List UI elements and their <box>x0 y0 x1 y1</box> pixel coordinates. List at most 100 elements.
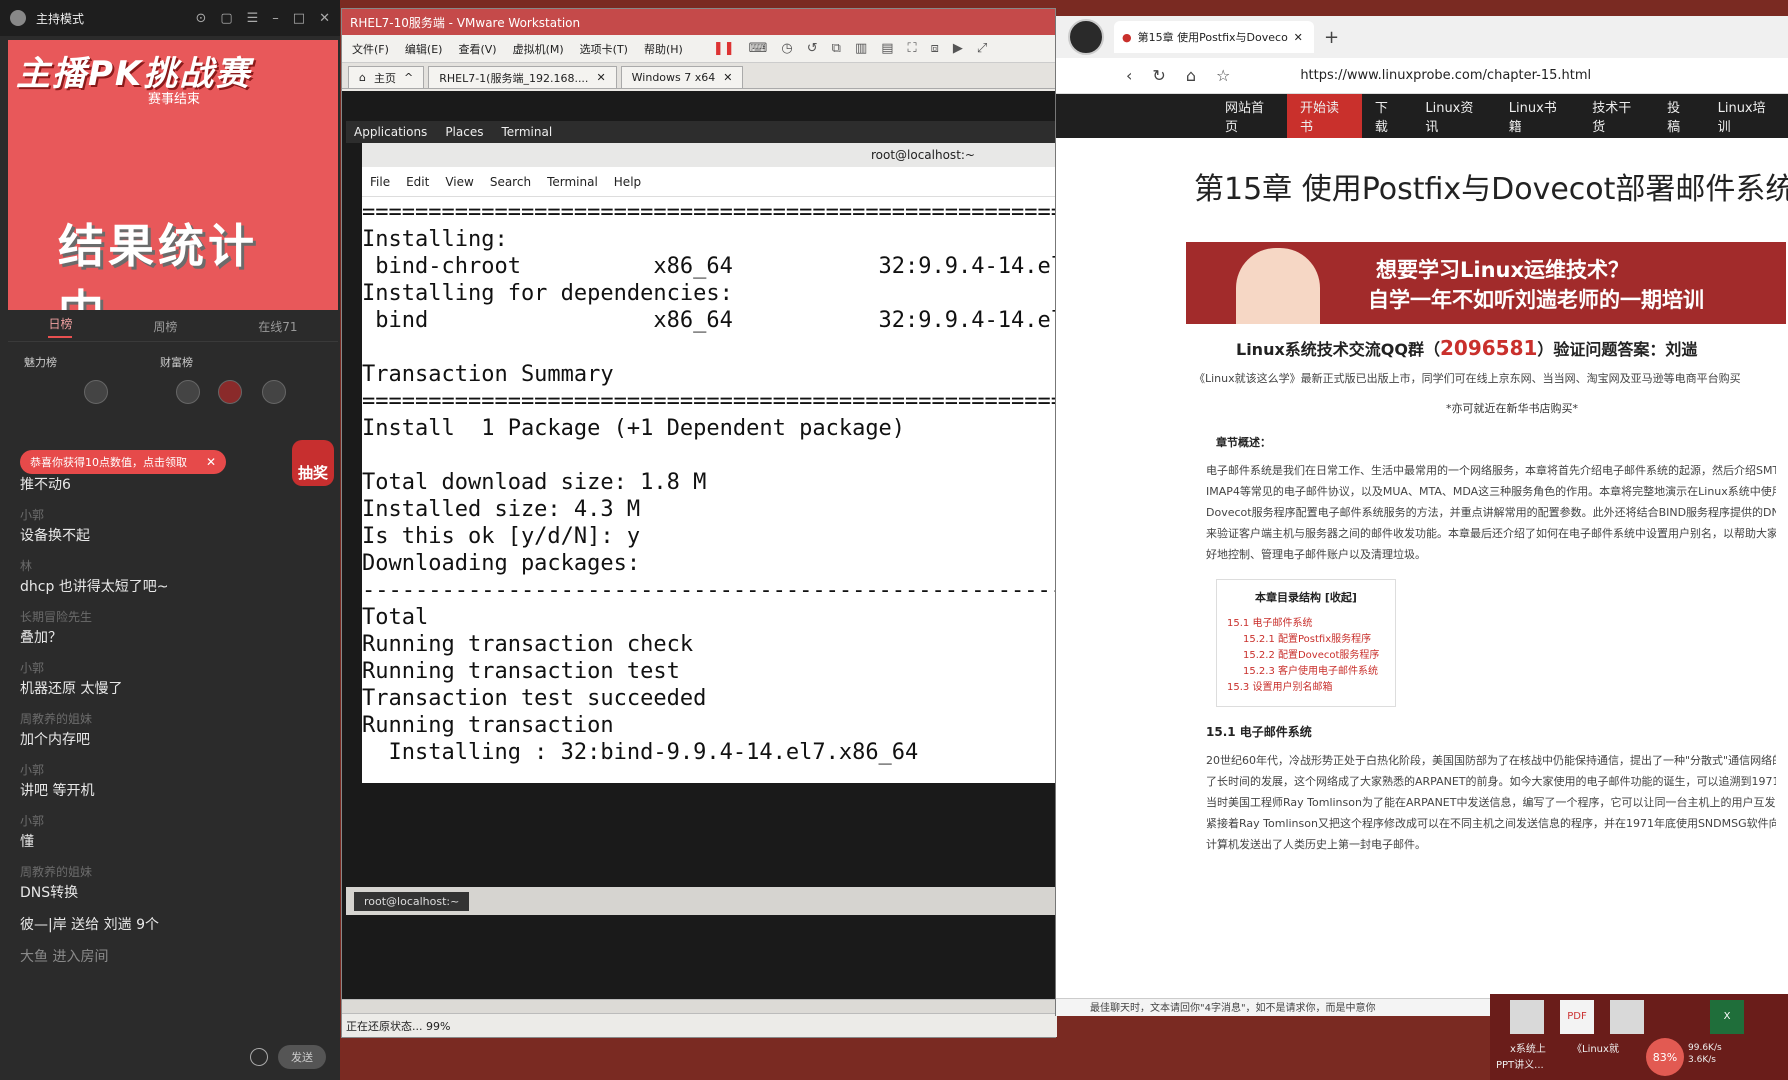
taskbar-app[interactable] <box>1610 1000 1644 1034</box>
snapshot-icon[interactable]: ◷ <box>781 41 792 56</box>
close-icon[interactable]: ✕ <box>206 455 216 469</box>
menu-tabs[interactable]: 选项卡(T) <box>580 41 628 57</box>
close-icon[interactable]: ✕ <box>723 71 732 84</box>
pdf-app-icon[interactable]: PDF <box>1560 1000 1594 1034</box>
tab-view-icon[interactable]: ▤ <box>881 41 893 56</box>
places-menu[interactable]: Places <box>445 125 483 139</box>
menu-vm[interactable]: 虚拟机(M) <box>513 41 564 57</box>
gnome-top-bar: Applications Places Terminal <box>346 121 1055 143</box>
toc-link[interactable]: 15.3 设置用户别名邮箱 <box>1227 680 1385 696</box>
nav-training[interactable]: Linux培训 <box>1705 94 1788 138</box>
settings-icon[interactable]: ⊙ <box>195 11 206 26</box>
avatar[interactable] <box>218 380 242 404</box>
terminal-output[interactable]: ========================================… <box>362 197 1055 766</box>
restore-status: 正在还原状态... 99% <box>346 1019 451 1033</box>
terminal-window[interactable]: root@localhost:~ File Edit View Search T… <box>362 143 1055 783</box>
toc-link[interactable]: 15.2.3 客户使用电子邮件系统 <box>1227 664 1385 680</box>
training-ad-banner[interactable]: 想要学习Linux运维技术？ 自学一年不如听刘遄老师的一期培训 <box>1186 242 1786 324</box>
cpu-usage-badge[interactable]: 83% <box>1646 1038 1684 1076</box>
download-speed: 3.6K/s <box>1688 1055 1716 1065</box>
url-field[interactable]: https://www.linuxprobe.com/chapter-15.ht… <box>1300 68 1591 83</box>
pause-icon[interactable]: ❚❚ <box>713 41 735 56</box>
console-icon[interactable]: ▶ <box>953 41 963 56</box>
taskbar-terminal-item[interactable]: root@localhost:~ <box>354 891 470 911</box>
close-icon[interactable]: ^ <box>404 71 413 84</box>
nav-read[interactable]: 开始读书 <box>1286 94 1362 138</box>
avatar[interactable] <box>84 380 108 404</box>
terminal-menu-help[interactable]: Help <box>614 175 641 189</box>
nav-submit[interactable]: 投稿 <box>1654 94 1704 138</box>
avatar[interactable] <box>262 380 286 404</box>
tab-daily[interactable]: 日榜 <box>48 315 73 338</box>
menu-file[interactable]: 文件(F) <box>352 41 389 57</box>
upload-speed: 99.6K/s <box>1688 1043 1722 1053</box>
menu-help[interactable]: 帮助(H) <box>644 41 683 57</box>
tab-online[interactable]: 在线71 <box>258 318 297 335</box>
stream-mode-title: 主持模式 <box>36 11 85 26</box>
nav-download[interactable]: 下载 <box>1362 94 1412 138</box>
maximize-icon[interactable]: □ <box>293 11 305 26</box>
tab-home[interactable]: ⌂ 主页 ^ <box>348 66 425 88</box>
close-icon[interactable]: ✕ <box>596 71 605 84</box>
taskbar-app[interactable] <box>1510 1000 1544 1034</box>
terminal-menu-edit[interactable]: Edit <box>406 175 429 189</box>
minimize-icon[interactable]: – <box>272 11 279 26</box>
close-icon[interactable]: ✕ <box>319 11 330 26</box>
menu-edit[interactable]: 编辑(E) <box>405 41 443 57</box>
collapse-icon[interactable]: ☰ <box>247 11 259 26</box>
chat-message: 长期冒险先生 叠加？ <box>20 610 93 646</box>
screenshot-icon[interactable]: ▢ <box>220 11 232 26</box>
gift-notification[interactable]: 恭喜你获得10点数值，点击领取 ✕ <box>20 450 226 474</box>
refresh-icon[interactable]: ↻ <box>1152 66 1165 85</box>
qq-number: 2096581 <box>1440 336 1538 360</box>
browser-tab[interactable]: ● 第15章 使用Postfix与Dovecot部署邮件系统 ✕ <box>1114 21 1314 53</box>
terminal-menu-file[interactable]: File <box>370 175 390 189</box>
terminal-menu-view[interactable]: View <box>445 175 473 189</box>
applications-menu[interactable]: Applications <box>354 125 427 139</box>
star-icon[interactable]: ☆ <box>1216 66 1230 85</box>
chat-list: 推不动6 小郭 设备换不起 林 dhcp 也讲得太短了吧~ 长期冒险先生 叠加？ 小郭… <box>20 474 320 978</box>
emoji-icon[interactable] <box>250 1048 268 1066</box>
terminal-menu[interactable]: Terminal <box>501 125 552 139</box>
chat-message: 林 dhcp 也讲得太短了吧~ <box>20 559 169 595</box>
nav-home[interactable]: 网站首页 <box>1212 94 1287 138</box>
windows-taskbar: PDF X x系统上 《Linux就 PPT讲义... 83% 99.6K/s … <box>1490 994 1788 1080</box>
close-icon[interactable]: ✕ <box>1294 31 1303 44</box>
overview-title: 章节概述： <box>1216 436 1271 449</box>
new-tab-icon[interactable]: + <box>1324 27 1339 48</box>
horizontal-scrollbar[interactable] <box>342 999 1057 1013</box>
terminal-menu-terminal[interactable]: Terminal <box>547 175 598 189</box>
vm-tabbar: ⌂ 主页 ^ RHEL7-1(服务端_192.168.... ✕ Windows 7 … <box>342 63 1055 89</box>
menu-view[interactable]: 查看(V) <box>458 41 496 57</box>
tab-title: 第15章 使用Postfix与Dovecot部署邮件系统 <box>1137 31 1288 44</box>
send-keys-icon[interactable]: ⌨ <box>749 41 768 56</box>
tab-weekly[interactable]: 周榜 <box>153 318 177 335</box>
excel-app-icon[interactable]: X <box>1710 1000 1744 1034</box>
library-icon[interactable]: ▥ <box>855 41 867 56</box>
toc-link[interactable]: 15.2.1 配置Postfix服务程序 <box>1227 632 1385 648</box>
terminal-menu-search[interactable]: Search <box>490 175 531 189</box>
toc-link[interactable]: 15.2.2 配置Dovecot服务程序 <box>1227 648 1385 664</box>
send-button[interactable]: 发送 <box>278 1045 326 1069</box>
vmware-toolbar: ❚❚ ⌨ ◷ ↺ ⧉ ▥ ▤ ⛶ ⧈ ▶ ⤢ <box>713 41 988 56</box>
unity-icon[interactable]: ⧈ <box>931 41 939 56</box>
back-icon[interactable]: ‹ <box>1126 66 1132 85</box>
chat-message: 小郭 设备换不起 <box>20 508 90 544</box>
fullscreen-icon[interactable]: ⛶ <box>908 41 917 56</box>
revert-snapshot-icon[interactable]: ↺ <box>807 41 818 56</box>
tab-rhel[interactable]: RHEL7-1(服务端_192.168.... ✕ <box>428 66 617 88</box>
nav-articles[interactable]: 技术干货 <box>1579 94 1654 138</box>
table-of-contents: 本章目录结构 [收起] 15.1 电子邮件系统 15.2.1 配置Postfix… <box>1216 579 1396 707</box>
tab-windows7[interactable]: Windows 7 x64 ✕ <box>620 66 744 88</box>
snapshot-manager-icon[interactable]: ⧉ <box>832 41 841 56</box>
toc-link[interactable]: 15.1 电子邮件系统 <box>1227 616 1385 632</box>
avatar[interactable] <box>176 380 200 404</box>
profile-avatar[interactable] <box>1068 19 1104 55</box>
toc-title[interactable]: 本章目录结构 [收起] <box>1227 590 1385 606</box>
nav-news[interactable]: Linux资讯 <box>1412 94 1495 138</box>
vmware-titlebar: RHEL7-10服务端 - VMware Workstation <box>342 9 1055 35</box>
stream-panel: 主持模式 ⊙ ▢ ☰ – □ ✕ 主播PK挑战赛 赛事结束 结果统计中... 日… <box>0 0 340 1080</box>
nav-books[interactable]: Linux书籍 <box>1496 94 1579 138</box>
stretch-icon[interactable]: ⤢ <box>977 41 987 56</box>
home-icon[interactable]: ⌂ <box>1186 66 1196 85</box>
